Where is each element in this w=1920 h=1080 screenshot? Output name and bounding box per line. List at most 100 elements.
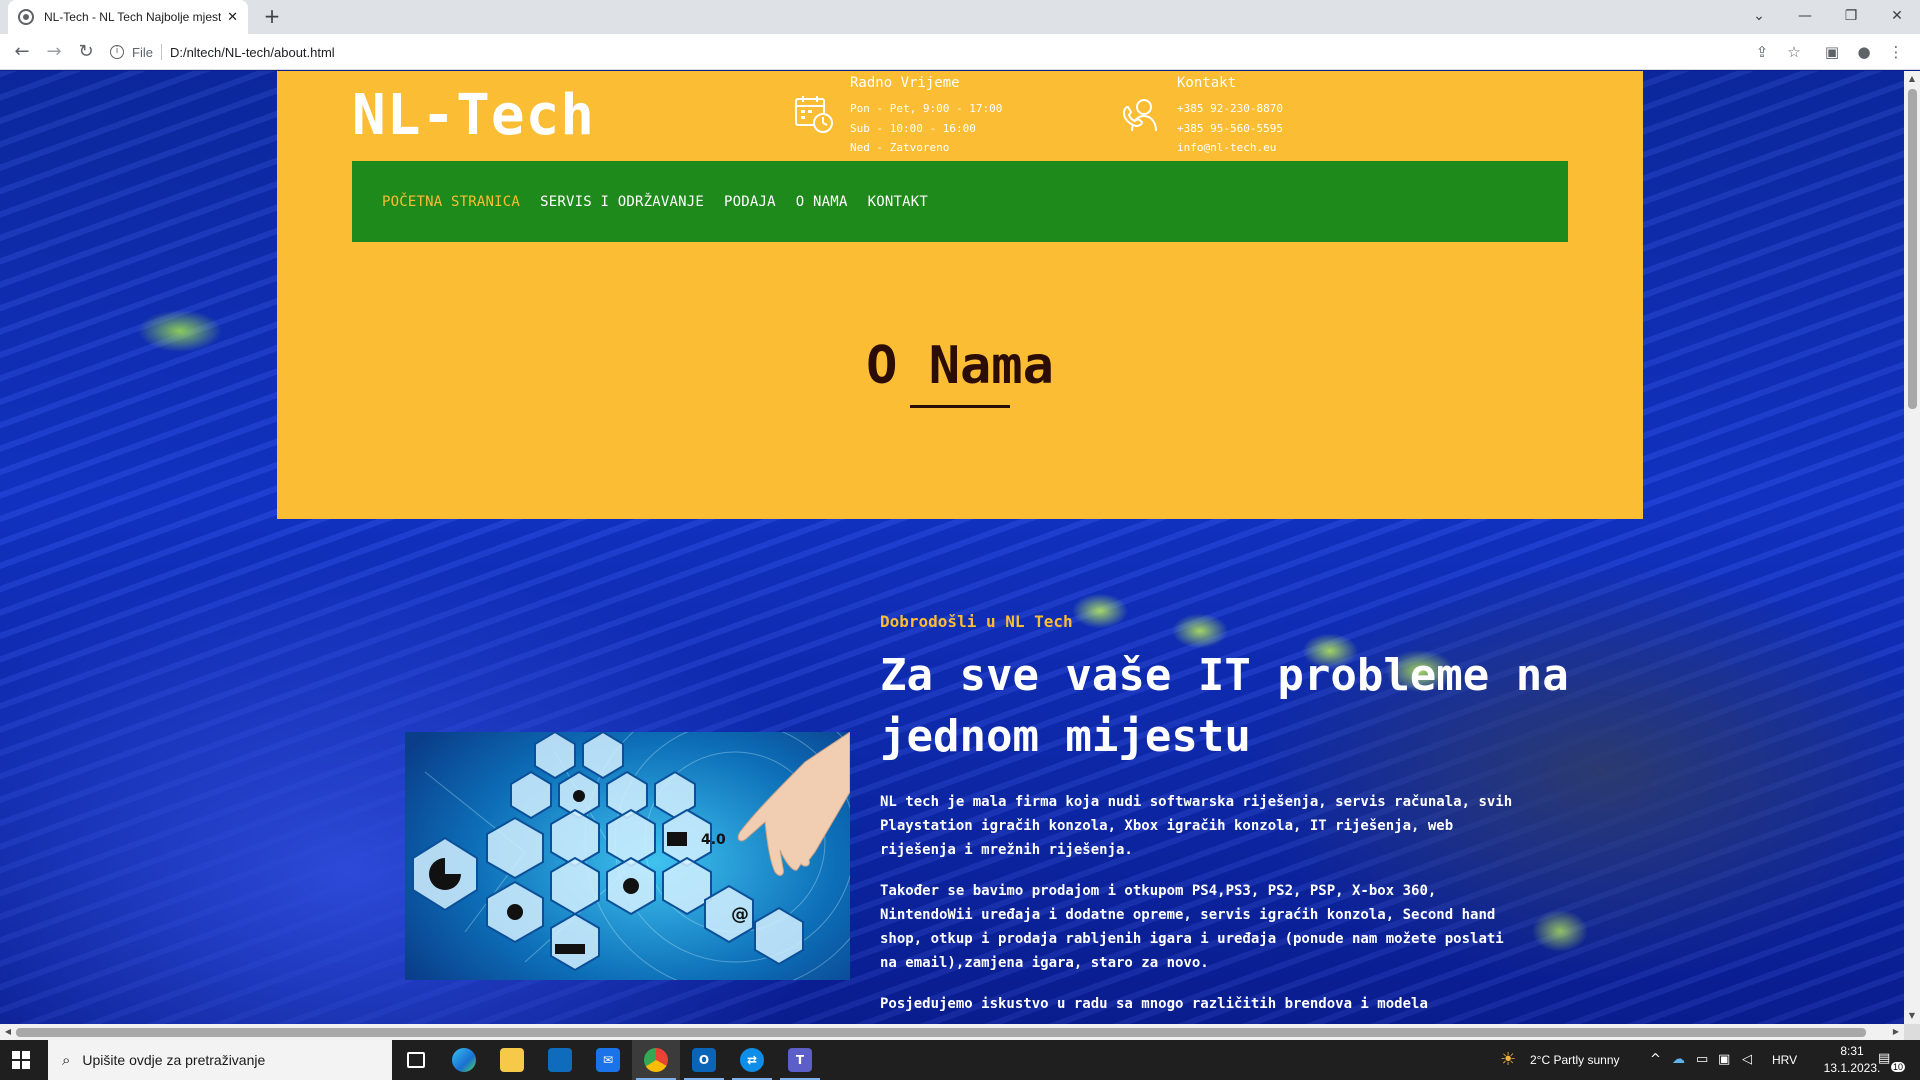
page-title: O Nama [866, 336, 1054, 396]
scroll-left-arrow-icon[interactable]: ◀ [0, 1024, 16, 1040]
page-viewport: NL-Tech Radno Vrijeme Pon - Pet, 9:00 - … [0, 71, 1904, 1024]
horizontal-scrollbar[interactable]: ◀ ▶ [0, 1024, 1904, 1040]
show-hidden-icons-chevron-icon[interactable]: ^ [1650, 1052, 1661, 1067]
tab-search-chevron-icon[interactable]: ⌄ [1736, 0, 1782, 34]
taskbar-search-box[interactable]: ⌕ Upišite ovdje za pretraživanje [48, 1040, 392, 1080]
contact-email[interactable]: info@nl-tech.eu [1177, 138, 1283, 158]
headline: Za sve vaše IT probleme na jednom mijest… [880, 650, 1569, 762]
taskbar-teams[interactable]: T [776, 1040, 824, 1080]
teamviewer-icon: ⇄ [740, 1048, 764, 1072]
browser-tab-strip: NL-Tech - NL Tech Najbolje mjesto ✕ + ⌄ … [0, 0, 1920, 34]
scroll-up-arrow-icon[interactable]: ▲ [1904, 71, 1920, 87]
hexagon-icons-illustration: @ 4.0 [412, 732, 850, 980]
it-services-image: @ 4.0 [405, 732, 850, 980]
restore-button[interactable]: ❐ [1828, 0, 1874, 34]
bookmark-star-icon[interactable]: ☆ [1782, 40, 1806, 64]
taskbar-outlook[interactable]: O [680, 1040, 728, 1080]
image-badge: 4.0 [701, 832, 726, 848]
weather-text[interactable]: 2°C Partly sunny [1530, 1053, 1620, 1067]
working-hours-line: Pon - Pet, 9:00 - 17:00 [850, 102, 1003, 115]
url-text[interactable]: D:/nltech/NL-tech/about.html [170, 45, 335, 60]
url-scheme: File [132, 44, 153, 60]
nav-kontakt[interactable]: KONTAKT [868, 194, 928, 210]
working-hours-line: Sub - 10:00 - 16:00 [850, 121, 976, 135]
notification-center-icon[interactable]: ▤ [1878, 1051, 1890, 1066]
onedrive-cloud-icon[interactable]: ☁ [1672, 1052, 1685, 1067]
taskbar-search-placeholder: Upišite ovdje za pretraživanje [82, 1052, 266, 1068]
info-icon[interactable]: i [110, 45, 124, 59]
nav-podaja[interactable]: PODAJA [724, 194, 776, 210]
battery-icon[interactable]: ▭ [1696, 1052, 1708, 1067]
windows-taskbar: ⌕ Upišite ovdje za pretraživanje ✉ O ⇄ T… [0, 1040, 1920, 1080]
hand-illustration [737, 732, 850, 876]
about-paragraph-1: NL tech je mala firma koja nudi softwars… [880, 794, 1513, 858]
divider [160, 44, 162, 60]
calendar-clock-icon [795, 96, 833, 133]
task-view-button[interactable] [392, 1040, 440, 1080]
globe-icon [18, 9, 34, 25]
teams-icon: T [788, 1048, 812, 1072]
folder-icon [500, 1048, 524, 1072]
title-underline [910, 405, 1010, 408]
contact-phone-1[interactable]: +385 92-230-8870 [1177, 99, 1283, 119]
address-bar[interactable]: i File D:/nltech/NL-tech/about.html [110, 38, 1750, 66]
profile-avatar[interactable]: ● [1852, 40, 1876, 64]
taskbar-chrome[interactable] [632, 1040, 680, 1080]
nav-o-nama[interactable]: O NAMA [796, 194, 848, 210]
contact-phone-2[interactable]: +385 95-560-5595 [1177, 119, 1283, 139]
share-icon[interactable]: ⇪ [1750, 40, 1774, 64]
search-icon: ⌕ [62, 1051, 71, 1069]
working-hours-line: Ned - Zatvoreno [850, 141, 950, 154]
close-tab-icon[interactable]: ✕ [227, 10, 238, 25]
vertical-scrollbar[interactable]: ▲ ▼ [1904, 71, 1920, 1024]
chrome-icon [644, 1048, 668, 1072]
taskbar-mail[interactable]: ✉ [584, 1040, 632, 1080]
language-indicator[interactable]: HRV [1772, 1053, 1797, 1067]
nav-pocetna-stranica[interactable]: POČETNA STRANICA [382, 194, 520, 210]
scroll-right-arrow-icon[interactable]: ▶ [1888, 1024, 1904, 1040]
browser-tab[interactable]: NL-Tech - NL Tech Najbolje mjesto ✕ [8, 0, 248, 34]
working-hours-heading: Radno Vrijeme [850, 75, 960, 91]
at-sign-icon: @ [731, 904, 749, 925]
taskbar-teamviewer[interactable]: ⇄ [728, 1040, 776, 1080]
weather-sun-icon: ☀ [1500, 1049, 1517, 1070]
clock-time[interactable]: 8:31 [1824, 1044, 1880, 1058]
close-window-button[interactable]: ✕ [1874, 0, 1920, 34]
working-hours: Radno Vrijeme Pon - Pet, 9:00 - 17:00 Su… [850, 75, 1002, 158]
support-phone-icon [1122, 99, 1157, 132]
windows-start-icon[interactable] [12, 1051, 30, 1069]
welcome-text: Dobrodošli u NL Tech [880, 612, 1073, 631]
nav-servis-i-odrzavanje[interactable]: SERVIS I ODRŽAVANJE [540, 194, 704, 210]
scrollbar-corner [1904, 1024, 1920, 1040]
taskbar-store[interactable] [536, 1040, 584, 1080]
browser-toolbar: ← → ↻ i File D:/nltech/NL-tech/about.htm… [0, 34, 1920, 70]
site-logo[interactable]: NL-Tech [352, 83, 595, 148]
taskbar-file-explorer[interactable] [488, 1040, 536, 1080]
contact-info: Kontakt +385 92-230-8870 +385 95-560-559… [1177, 75, 1283, 158]
reload-button[interactable]: ↻ [74, 40, 98, 64]
volume-muted-icon[interactable]: ◁ [1742, 1052, 1752, 1067]
forward-button[interactable]: → [42, 40, 66, 64]
new-tab-button[interactable]: + [260, 5, 284, 29]
about-paragraph-3: Posjedujemo iskustvo u radu sa mnogo raz… [880, 996, 1428, 1012]
vertical-scroll-thumb[interactable] [1908, 89, 1917, 409]
back-button[interactable]: ← [10, 40, 34, 64]
site-header: NL-Tech Radno Vrijeme Pon - Pet, 9:00 - … [277, 71, 1643, 519]
outlook-icon: O [692, 1048, 716, 1072]
store-bag-icon [548, 1048, 572, 1072]
task-view-icon [407, 1052, 425, 1068]
side-panel-icon[interactable]: ▣ [1820, 40, 1844, 64]
main-navbar: POČETNA STRANICA SERVIS I ODRŽAVANJE POD… [352, 161, 1568, 242]
taskbar-edge[interactable] [440, 1040, 488, 1080]
contact-heading: Kontakt [1177, 75, 1237, 91]
about-paragraph-2: Također se bavimo prodajom i otkupom PS4… [880, 883, 1504, 971]
menu-kebab-icon[interactable]: ⋮ [1884, 40, 1908, 64]
notification-count-badge: 10 [1891, 1062, 1906, 1072]
edge-icon [452, 1048, 476, 1072]
scroll-down-arrow-icon[interactable]: ▼ [1904, 1008, 1920, 1024]
mail-icon: ✉ [596, 1048, 620, 1072]
minimize-button[interactable]: — [1782, 0, 1828, 34]
horizontal-scroll-thumb[interactable] [16, 1028, 1866, 1037]
network-icon[interactable]: ▣ [1718, 1052, 1730, 1067]
tab-title: NL-Tech - NL Tech Najbolje mjesto [43, 10, 222, 24]
